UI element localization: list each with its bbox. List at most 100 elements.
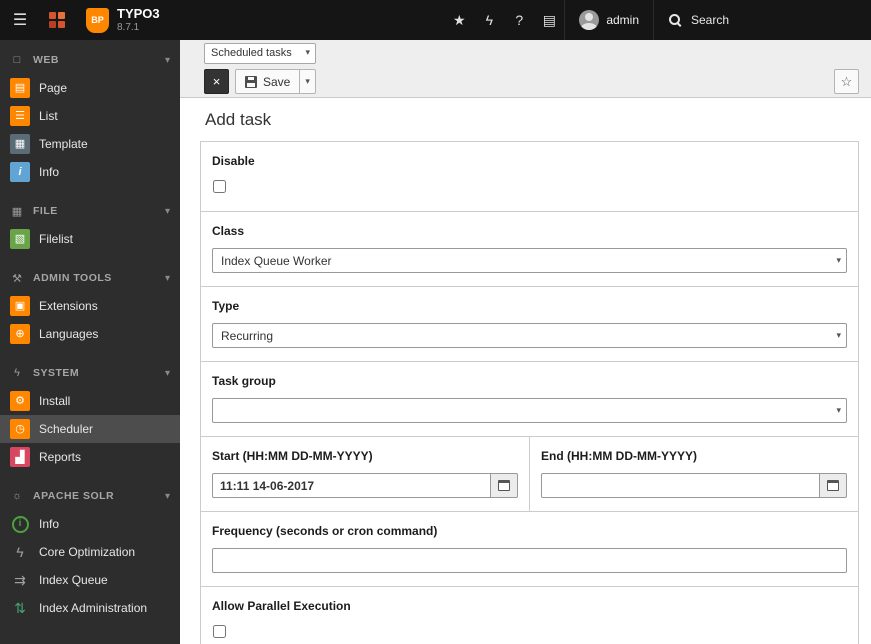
save-dropdown-button[interactable]: ▾ [300,69,316,94]
sidebar-item-install[interactable]: ⚙ Install [0,387,180,415]
save-button[interactable]: Save [235,69,301,94]
task-group-select[interactable] [212,398,847,423]
end-label: End (HH:MM DD-MM-YYYY) [541,449,697,463]
sidebar-item-scheduler[interactable]: ◷ Scheduler [0,415,180,443]
section-file[interactable]: ▦ FILE ▾ [0,197,180,225]
sidebar-item-label: Core Optimization [39,545,136,559]
form-section-dates: Start (HH:MM DD-MM-YYYY) End (HH:MM DD-M… [201,436,858,511]
class-select[interactable]: Index Queue Worker [212,248,847,273]
parallel-label: Allow Parallel Execution [212,599,351,613]
sidebar-item-page[interactable]: ▤ Page [0,74,180,102]
solr-info-icon: i [11,515,29,533]
save-label: Save [263,74,291,89]
section-web[interactable]: □ WEB ▾ [0,46,180,74]
save-button-group: Save ▾ [235,69,316,94]
module-select-wrap: Scheduled tasks ▾ [204,42,316,64]
form-section-frequency: Frequency (seconds or cron command) [201,511,858,586]
sidebar-item-list[interactable]: ☰ List [0,102,180,130]
chevron-down-icon: ▾ [164,205,170,217]
sidebar-item-template[interactable]: ▦ Template [0,130,180,158]
sidebar-item-solr-info[interactable]: i Info [0,510,180,538]
sidebar-item-core-optimization[interactable]: ϟ Core Optimization [0,538,180,566]
template-icon: ▦ [10,134,30,154]
bookmarks-button[interactable]: ★ [444,0,474,40]
section-admin-tools[interactable]: ⚒ ADMIN TOOLS ▾ [0,264,180,292]
scheduler-icon: ◷ [10,419,30,439]
languages-icon: ⊕ [10,324,30,344]
close-button[interactable]: × [204,69,229,94]
star-icon: ★ [453,11,466,28]
type-label: Type [212,299,240,313]
sidebar-item-index-administration[interactable]: ⇅ Index Administration [0,594,180,622]
start-calendar-button[interactable] [491,473,518,498]
section-label: APACHE SOLR [33,490,115,502]
start-input-group [212,473,518,498]
docheader-row-top: Scheduled tasks ▾ [180,40,871,66]
typo3-logo[interactable]: BP TYPO3 8.7.1 [74,0,172,40]
disable-checkbox[interactable] [213,180,226,193]
form-section-disable: Disable [201,142,858,211]
page-icon: ▤ [10,78,30,98]
sidebar-item-label: Languages [39,327,99,341]
sidebar-item-label: Index Queue [39,573,108,587]
core-optimization-icon: ϟ [16,544,24,560]
form-section-task-group: Task group ▾ [201,361,858,436]
sidebar-item-label: Template [39,137,88,151]
help-button[interactable]: ? [504,0,534,40]
hamburger-menu-button[interactable]: ☰ [0,0,40,40]
apps-button[interactable] [40,0,74,40]
docheader-row-buttons: × Save ▾ ☆ [180,66,871,97]
start-label: Start (HH:MM DD-MM-YYYY) [212,449,373,463]
sidebar-item-label: List [39,109,58,123]
chevron-down-icon: ▾ [164,490,170,502]
form-section-type: Type Recurring ▾ [201,286,858,361]
index-administration-icon: ⇅ [14,600,26,616]
frequency-label: Frequency (seconds or cron command) [212,524,438,538]
chevron-down-icon: ▾ [305,76,310,86]
sidebar-item-reports[interactable]: ▟ Reports [0,443,180,471]
end-column: End (HH:MM DD-MM-YYYY) [529,437,858,511]
star-outline-icon: ☆ [840,73,853,89]
system-information-button[interactable]: ▤ [534,0,564,40]
sidebar-item-index-queue[interactable]: ⇉ Index Queue [0,566,180,594]
bolt-icon: ϟ [485,12,494,28]
web-section-icon: □ [13,54,21,66]
sidebar-item-label: Info [39,165,60,179]
help-icon: ? [515,12,524,28]
section-apache-solr[interactable]: ☼ APACHE SOLR ▾ [0,482,180,510]
class-select-wrap: Index Queue Worker ▾ [212,248,847,273]
sidebar-item-languages[interactable]: ⊕ Languages [0,320,180,348]
parallel-checkbox[interactable] [213,625,226,638]
section-system[interactable]: ϟ SYSTEM ▾ [0,359,180,387]
form-section-parallel: Allow Parallel Execution [201,586,858,644]
username: admin [606,13,639,27]
scheduler-view-select[interactable]: Scheduled tasks [204,42,316,64]
sidebar-item-label: Install [39,394,71,408]
end-calendar-button[interactable] [820,473,847,498]
system-information-icon: ▤ [542,11,556,28]
clear-cache-button[interactable]: ϟ [474,0,504,40]
calendar-icon [498,480,510,491]
content-area: Add task Disable Class Index Queue Worke… [180,98,871,644]
sidebar-item-label: Page [39,81,68,95]
list-icon: ☰ [10,106,30,126]
search-button[interactable]: Search [653,0,871,40]
frequency-input[interactable] [212,548,847,573]
sidebar-item-filelist[interactable]: ▧ Filelist [0,225,180,253]
task-group-select-wrap: ▾ [212,398,847,423]
file-section-icon: ▦ [11,205,23,218]
bookmark-button[interactable]: ☆ [834,69,859,94]
sidebar-item-info[interactable]: i Info [0,158,180,186]
task-group-label: Task group [212,374,276,388]
type-select[interactable]: Recurring [212,323,847,348]
system-section-icon: ϟ [14,367,20,379]
reports-icon: ▟ [10,447,30,467]
start-input[interactable] [212,473,491,498]
start-column: Start (HH:MM DD-MM-YYYY) [201,437,529,511]
add-task-form: Disable Class Index Queue Worker ▾ Type … [200,141,859,644]
user-menu[interactable]: admin [564,0,653,40]
sidebar-item-label: Info [39,517,60,531]
sidebar-item-extensions[interactable]: ▣ Extensions [0,292,180,320]
end-input[interactable] [541,473,820,498]
install-icon: ⚙ [10,391,30,411]
